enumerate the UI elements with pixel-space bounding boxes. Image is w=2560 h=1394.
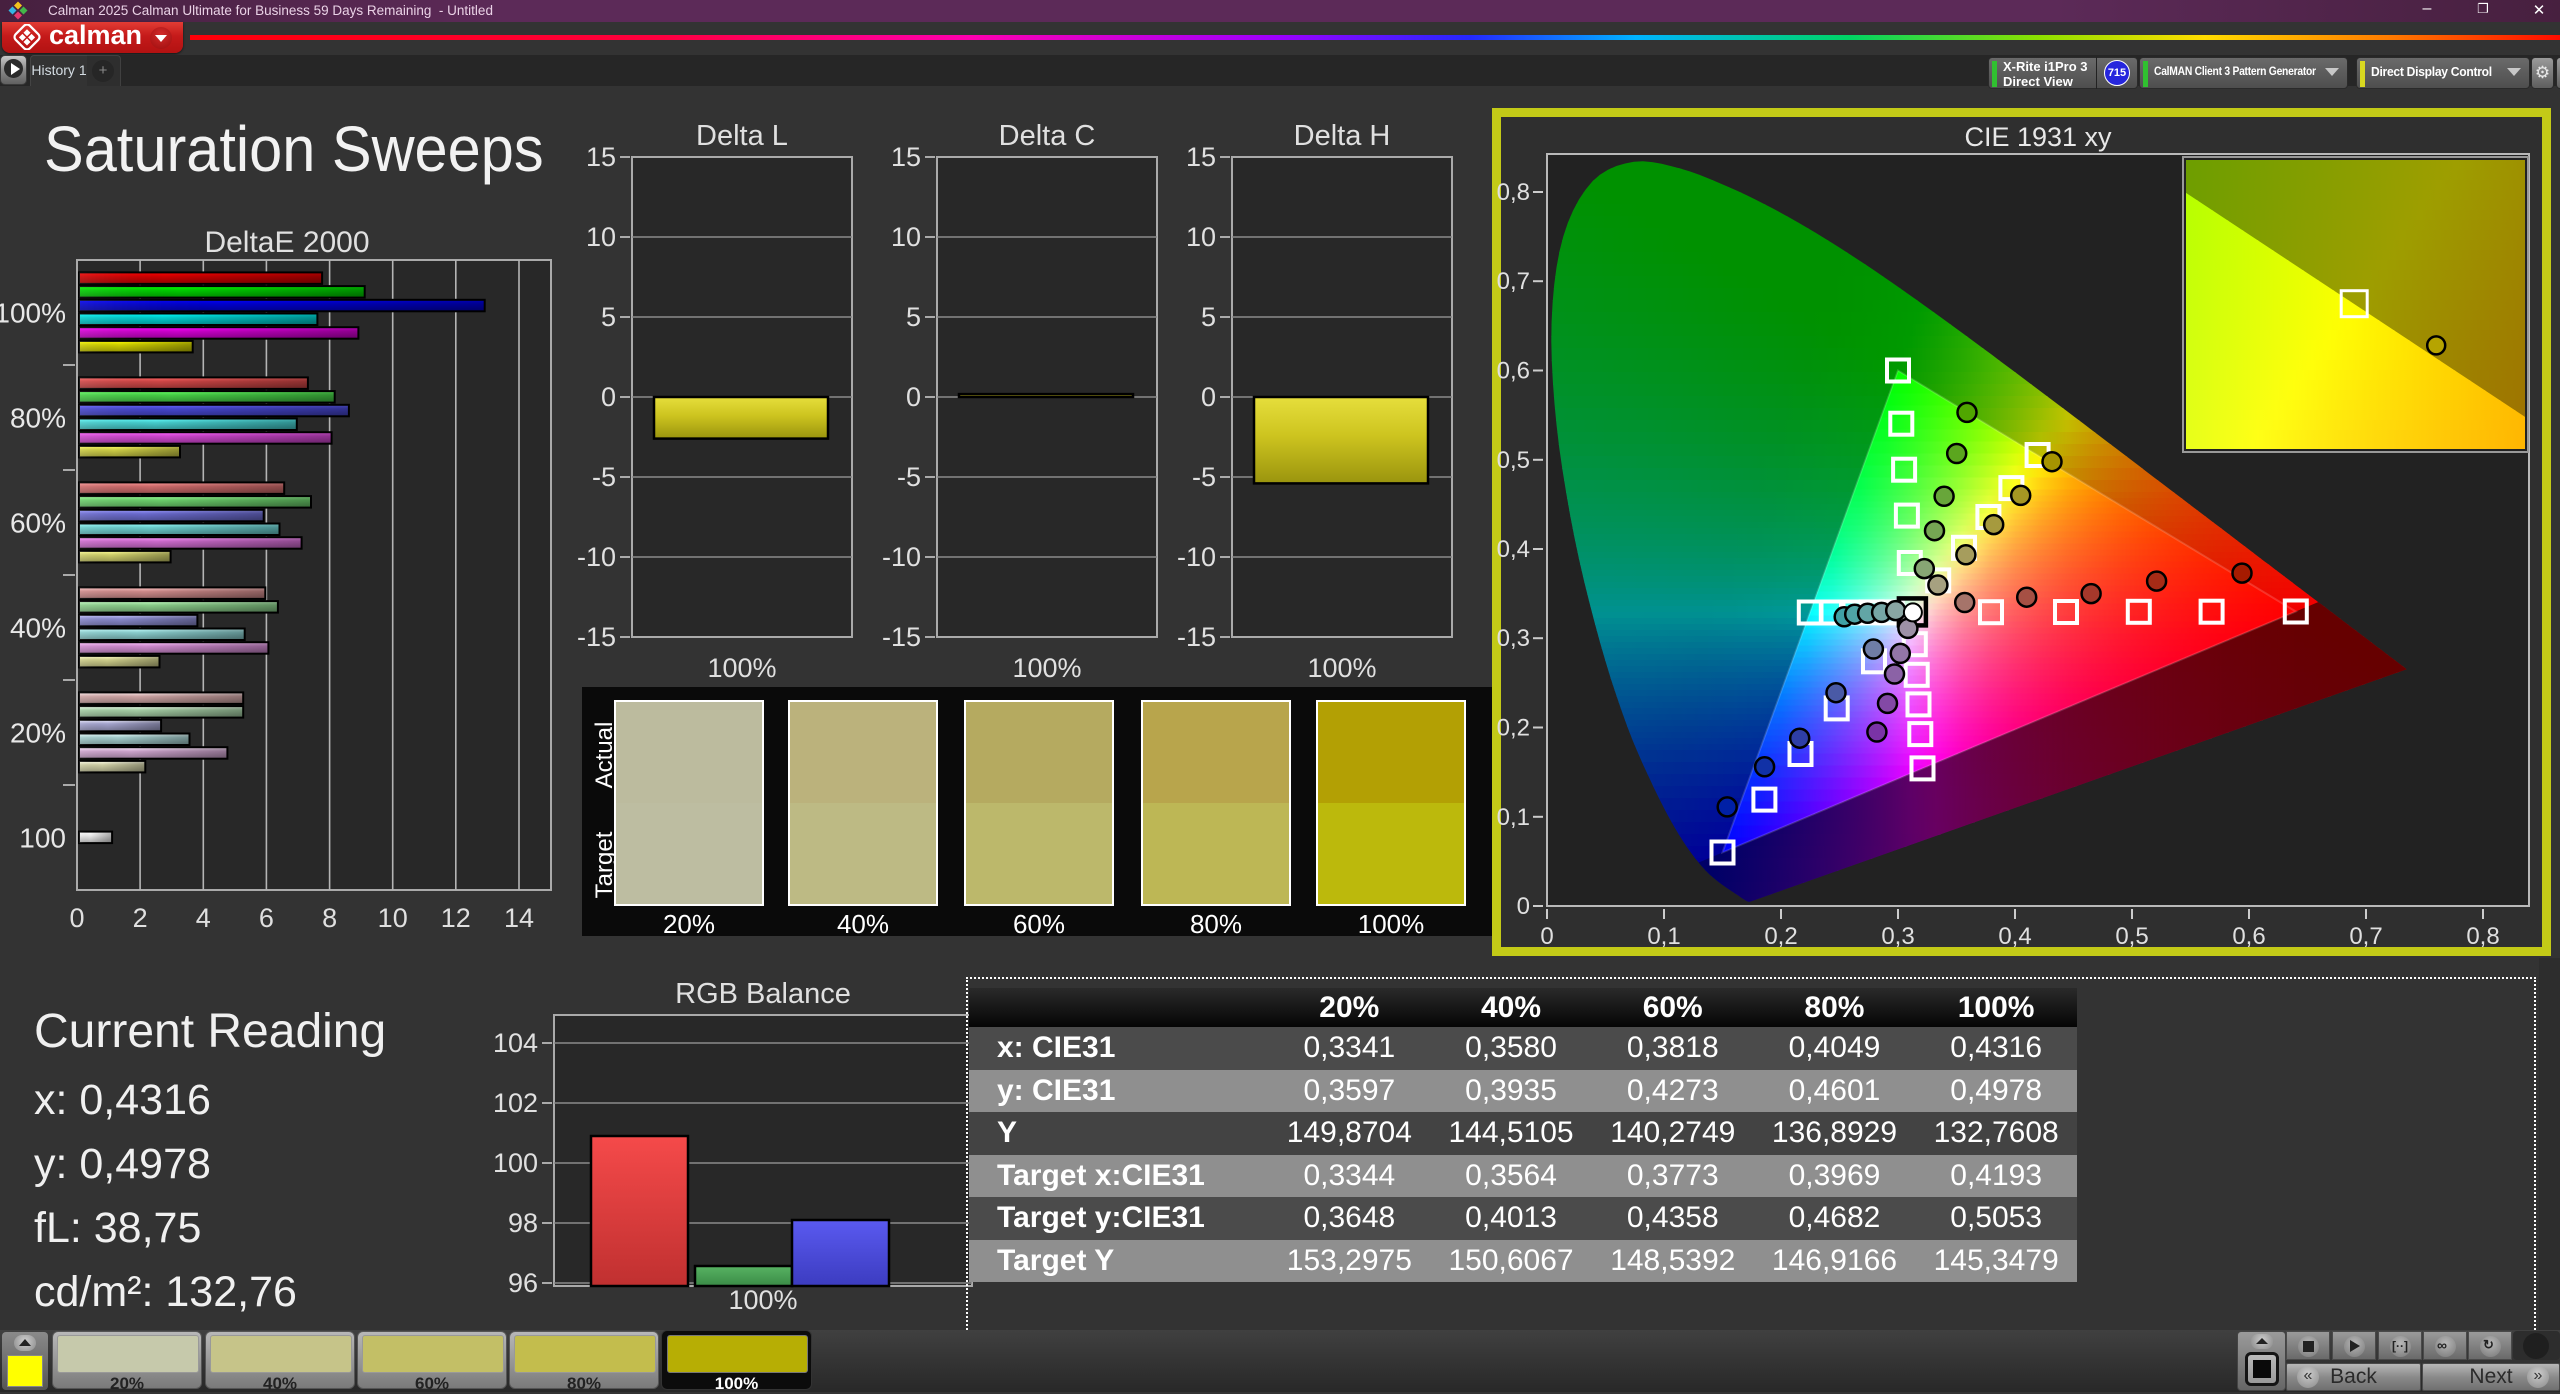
svg-text:0,5: 0,5 <box>2115 923 2148 950</box>
svg-text:0,2: 0,2 <box>1764 923 1797 950</box>
svg-text:102: 102 <box>493 1088 538 1118</box>
svg-text:0,1: 0,1 <box>1497 804 1530 831</box>
svg-text:-15: -15 <box>577 622 616 652</box>
svg-text:Delta C: Delta C <box>999 120 1096 152</box>
svg-text:100%: 100% <box>728 1285 797 1315</box>
svg-text:0: 0 <box>601 382 616 412</box>
svg-text:98: 98 <box>508 1208 538 1238</box>
svg-text:0,8: 0,8 <box>1497 179 1530 206</box>
svg-text:15: 15 <box>1186 142 1216 172</box>
svg-text:-15: -15 <box>882 622 921 652</box>
svg-text:DeltaE 2000: DeltaE 2000 <box>204 230 369 259</box>
svg-text:RGB Balance: RGB Balance <box>675 980 851 1010</box>
svg-text:CIE 1931 xy: CIE 1931 xy <box>1964 122 2112 152</box>
svg-text:0,6: 0,6 <box>2232 923 2265 950</box>
svg-text:5: 5 <box>906 302 921 332</box>
svg-text:10: 10 <box>891 222 921 252</box>
svg-text:0,4: 0,4 <box>1998 923 2031 950</box>
svg-text:5: 5 <box>1201 302 1216 332</box>
svg-text:0: 0 <box>69 903 84 933</box>
svg-text:10: 10 <box>586 222 616 252</box>
svg-text:15: 15 <box>586 142 616 172</box>
svg-text:0,5: 0,5 <box>1497 447 1530 474</box>
svg-text:0: 0 <box>906 382 921 412</box>
svg-text:8: 8 <box>322 903 337 933</box>
svg-text:0,7: 0,7 <box>2349 923 2382 950</box>
svg-text:100%: 100% <box>707 653 776 683</box>
svg-text:0,2: 0,2 <box>1497 715 1530 742</box>
svg-text:0,6: 0,6 <box>1497 358 1530 385</box>
svg-text:4: 4 <box>196 903 211 933</box>
svg-text:0,3: 0,3 <box>1497 625 1530 652</box>
svg-text:60%: 60% <box>10 508 66 539</box>
svg-text:-15: -15 <box>1177 622 1216 652</box>
svg-text:0,8: 0,8 <box>2466 923 2499 950</box>
svg-text:0: 0 <box>1540 923 1553 950</box>
svg-text:0,3: 0,3 <box>1881 923 1914 950</box>
svg-text:15: 15 <box>891 142 921 172</box>
svg-text:2: 2 <box>133 903 148 933</box>
svg-text:-10: -10 <box>1177 542 1216 572</box>
svg-text:0,7: 0,7 <box>1497 268 1530 295</box>
svg-text:10: 10 <box>1186 222 1216 252</box>
svg-text:80%: 80% <box>10 403 66 434</box>
svg-text:Delta H: Delta H <box>1294 120 1391 152</box>
svg-text:-10: -10 <box>577 542 616 572</box>
svg-text:0,4: 0,4 <box>1497 536 1530 563</box>
svg-text:6: 6 <box>259 903 274 933</box>
svg-text:-10: -10 <box>882 542 921 572</box>
svg-text:100%: 100% <box>1012 653 1081 683</box>
svg-text:Delta L: Delta L <box>696 120 788 152</box>
svg-text:104: 104 <box>493 1028 538 1058</box>
svg-text:40%: 40% <box>10 613 66 644</box>
svg-text:0: 0 <box>1517 893 1530 920</box>
svg-text:0,1: 0,1 <box>1647 923 1680 950</box>
svg-text:100: 100 <box>19 823 66 854</box>
svg-text:-5: -5 <box>1192 462 1216 492</box>
svg-text:20%: 20% <box>10 718 66 749</box>
svg-text:100%: 100% <box>0 298 66 329</box>
svg-text:96: 96 <box>508 1268 538 1298</box>
svg-text:5: 5 <box>601 302 616 332</box>
svg-text:14: 14 <box>504 903 534 933</box>
svg-text:100: 100 <box>493 1148 538 1178</box>
svg-text:-5: -5 <box>592 462 616 492</box>
svg-text:12: 12 <box>441 903 471 933</box>
svg-text:-5: -5 <box>897 462 921 492</box>
svg-text:100%: 100% <box>1307 653 1376 683</box>
svg-text:10: 10 <box>378 903 408 933</box>
svg-text:0: 0 <box>1201 382 1216 412</box>
